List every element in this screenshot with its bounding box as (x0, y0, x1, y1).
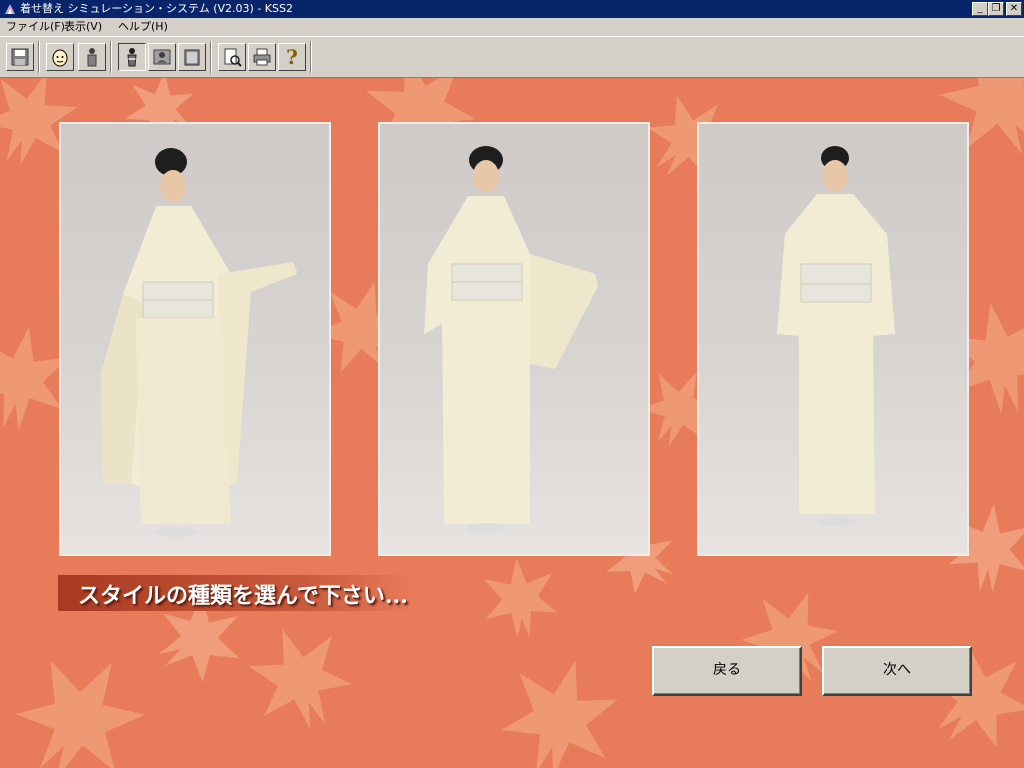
book-button[interactable] (178, 43, 206, 71)
instruction-text: スタイルの種類を選んで下さい... (78, 583, 408, 609)
style-photo-homongi[interactable] (378, 122, 650, 556)
title-bar: 着せ替え シミュレーション・システム (V2.03) - KSS2 _ ❐ ✕ (0, 0, 1024, 18)
minimize-button[interactable]: _ (972, 2, 988, 16)
kimono-figure-image (777, 146, 895, 527)
kimono-figure-image (101, 148, 297, 537)
menu-view[interactable]: 表示(V) (64, 20, 102, 34)
menu-bar: ファイル(F) 表示(V) ヘルプ(H) (0, 18, 1024, 36)
save-button[interactable] (6, 43, 34, 71)
close-button[interactable]: ✕ (1006, 2, 1022, 16)
minimize-icon: _ (977, 3, 983, 14)
instruction-banner: スタイルの種類を選んで下さい... (58, 575, 410, 611)
toolbar-separator (110, 41, 112, 73)
style-selection-panel: スタイルの種類を選んで下さい... 戻る 次へ (0, 78, 1024, 768)
style-photo-furisode[interactable] (59, 122, 331, 556)
next-button[interactable]: 次へ (822, 646, 972, 696)
app-icon (5, 4, 15, 14)
help-icon: ? (286, 45, 298, 69)
close-icon: ✕ (1009, 3, 1019, 14)
portrait-button[interactable] (148, 43, 176, 71)
print-preview-button[interactable] (218, 43, 246, 71)
toolbar: ? (0, 36, 1024, 78)
face-button[interactable] (46, 43, 74, 71)
menu-help[interactable]: ヘルプ(H) (118, 20, 168, 34)
figure-button[interactable] (78, 43, 106, 71)
face-icon (52, 49, 68, 67)
kimono-style-button[interactable] (118, 43, 146, 71)
portrait-icon (153, 49, 171, 65)
toolbar-separator (310, 41, 312, 73)
menu-file[interactable]: ファイル(F) (6, 20, 65, 34)
back-button[interactable]: 戻る (652, 646, 802, 696)
printer-icon (253, 48, 271, 66)
toolbar-separator (210, 41, 212, 73)
kimono-figure-icon (127, 48, 137, 67)
help-button[interactable]: ? (278, 43, 306, 71)
save-icon (11, 48, 29, 66)
kimono-figure-image (424, 146, 598, 533)
restore-icon: ❐ (991, 3, 1001, 14)
toolbar-separator (38, 41, 40, 73)
window-title: 着せ替え シミュレーション・システム (V2.03) - KSS2 (20, 2, 293, 15)
book-icon (184, 49, 200, 66)
person-icon (87, 48, 97, 67)
restore-button[interactable]: ❐ (988, 2, 1004, 16)
print-button[interactable] (248, 43, 276, 71)
print-preview-icon (224, 48, 242, 67)
style-photo-tomesode[interactable] (697, 122, 969, 556)
